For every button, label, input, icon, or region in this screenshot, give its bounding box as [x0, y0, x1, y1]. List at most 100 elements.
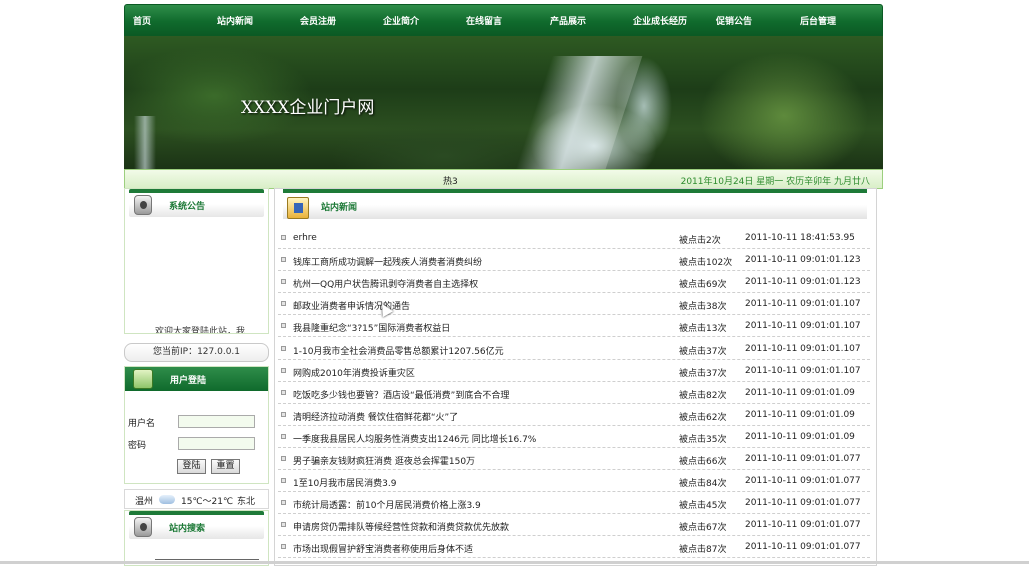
news-row: 我县隆重纪念“3?15”国际消费者权益日 被点击13次 2011-10-11 09:…	[278, 315, 870, 338]
waterfall-graphic-left	[134, 116, 156, 169]
news-date: 2011-10-11 09:01:01.123	[745, 255, 861, 266]
news-click-count: 被点击62次	[679, 412, 727, 423]
main-nav: 首页 站内新闻 会员注册 企业简介 在线留言 产品展示 企业成长经历 促销公告 …	[124, 4, 883, 36]
user-icon	[133, 369, 153, 389]
username-label: 用户名	[128, 419, 156, 429]
news-click-count: 被点击87次	[679, 545, 727, 556]
news-title-link[interactable]: 一季度我县居民人均服务性消费支出1246元 同比增长16.7%	[293, 432, 536, 445]
news-row: 市统计局透露：前10个月居民消费价格上涨3.9 被点击45次 2011-10-11 …	[278, 492, 870, 515]
nav-admin[interactable]: 后台管理	[800, 14, 836, 27]
password-label: 密码	[128, 441, 147, 451]
nav-guestbook[interactable]: 在线留言	[466, 14, 502, 27]
news-title-link[interactable]: 申请房贷仍需排队等候经营性贷款和消费贷款优先放款	[293, 520, 509, 533]
nav-company-intro[interactable]: 企业简介	[383, 14, 419, 27]
bullet-icon	[281, 544, 286, 550]
waterfall-graphic	[515, 56, 643, 169]
news-click-count: 被点击13次	[679, 324, 727, 335]
site-search-title: 站内搜索	[169, 524, 206, 534]
system-notice-header: 系统公告	[129, 189, 264, 217]
news-row: erhre 被点击2次 2011-10-11 18:41:53.95	[278, 227, 870, 249]
news-row: 申请房贷仍需排队等候经营性贷款和消费贷款优先放款 被点击67次 2011-10-11…	[278, 514, 870, 537]
bullet-icon	[281, 433, 286, 439]
news-row: 一季度我县居民人均服务性消费支出1246元 同比增长16.7% 被点击35次 201…	[278, 426, 870, 448]
news-click-count: 被点击102次	[679, 258, 733, 269]
login-panel: 用户登陆 用户名 密码 登陆 重置	[124, 366, 269, 484]
nav-member-register[interactable]: 会员注册	[300, 14, 336, 27]
news-date: 2011-10-11 09:01:01.077	[745, 454, 861, 464]
news-title-link[interactable]: 我县隆重纪念“3?15”国际消费者权益日	[293, 321, 450, 334]
news-date: 2011-10-11 09:01:01.123	[745, 277, 861, 288]
bullet-icon	[281, 478, 286, 484]
news-click-count: 被点击35次	[679, 434, 727, 445]
bullet-icon	[281, 301, 286, 307]
news-row: 清明经济拉动消费 餐饮住宿鲜花都“火”了 被点击62次 2011-10-11 09:…	[278, 404, 870, 426]
news-row: 钱库工商所成功调解一起残疾人消费者消费纠纷 被点击102次 2011-10-11 0…	[278, 249, 870, 272]
site-news-panel: 站内新闻 erhre 被点击2次 2011-10-11 18:41:53.95 钱库工…	[274, 188, 877, 566]
news-title-link[interactable]: 网购成2010年消费投诉重灾区	[293, 366, 415, 379]
news-click-count: 被点击82次	[679, 390, 727, 401]
news-row: 杭州一QQ用户状告腾讯剥夺消费者自主选择权 被点击69次 2011-10-11 09…	[278, 271, 870, 294]
news-date: 2011-10-11 18:41:53.95	[745, 233, 855, 243]
news-click-count: 被点击45次	[679, 501, 727, 512]
news-date: 2011-10-11 09:01:01.107	[745, 299, 861, 310]
news-title-link[interactable]: 钱库工商所成功调解一起残疾人消费者消费纠纷	[293, 255, 482, 268]
date-display: 2011年10月24日 星期一 农历辛卯年 九月廿八	[680, 177, 870, 187]
bullet-icon	[281, 367, 286, 373]
nav-products[interactable]: 产品展示	[550, 14, 586, 27]
news-click-count: 被点击37次	[679, 368, 727, 379]
news-date: 2011-10-11 09:01:01.09	[745, 387, 855, 398]
news-title-link[interactable]: erhre	[293, 233, 317, 243]
news-click-count: 被点击2次	[679, 236, 721, 246]
news-row: 邮政业消费者申诉情况的通告 被点击38次 2011-10-11 09:01:01.1…	[278, 293, 870, 316]
news-date: 2011-10-11 09:01:01.077	[745, 498, 861, 509]
site-search-header: 站内搜索	[129, 511, 264, 539]
header-banner: XXXX企业门户网	[124, 36, 883, 169]
news-row: 市场出现假冒护舒宝消费者称使用后身体不适 被点击87次 2011-10-11 09:…	[278, 536, 870, 559]
login-header: 用户登陆	[125, 367, 268, 391]
nav-growth-history[interactable]: 企业成长经历	[633, 14, 687, 27]
reset-button[interactable]: 重置	[211, 459, 240, 474]
news-date: 2011-10-11 09:01:01.077	[745, 476, 861, 487]
bullet-icon	[281, 389, 286, 395]
news-title-link[interactable]: 清明经济拉动消费 餐饮住宿鲜花都“火”了	[293, 410, 458, 423]
news-click-count: 被点击37次	[679, 346, 727, 357]
news-date: 2011-10-11 09:01:01.077	[745, 542, 861, 553]
news-title-link[interactable]: 1-10月我市全社会消费品零售总额累计1207.56亿元	[293, 344, 504, 357]
ip-display: 您当前IP：127.0.0.1	[124, 343, 269, 362]
weather-wind: 东北	[237, 497, 256, 507]
login-button[interactable]: 登陆	[177, 459, 206, 474]
news-click-count: 被点击66次	[679, 457, 727, 467]
notice-scroll-text: 欢迎大家登陆此站，我	[155, 327, 246, 334]
news-title-link[interactable]: 杭州一QQ用户状告腾讯剥夺消费者自主选择权	[293, 277, 478, 290]
username-input[interactable]	[178, 415, 255, 428]
news-date: 2011-10-11 09:01:01.107	[745, 321, 861, 332]
status-bar: 热3 2011年10月24日 星期一 农历辛卯年 九月廿八	[124, 169, 883, 189]
news-click-count: 被点击67次	[679, 523, 727, 534]
news-title-link[interactable]: 1至10月我市居民消费3.9	[293, 476, 397, 489]
bullet-icon	[281, 279, 286, 285]
news-title-link[interactable]: 市统计局透露：前10个月居民消费价格上涨3.9	[293, 498, 481, 511]
news-date: 2011-10-11 09:01:01.107	[745, 365, 861, 376]
news-row: 男子骗亲友钱财疯狂消费 逛夜总会挥霍150万 被点击66次 2011-10-11 0…	[278, 448, 870, 470]
search-icon	[134, 517, 152, 537]
weather-temperature: 15℃～21℃	[181, 497, 234, 507]
system-notice-title: 系统公告	[169, 202, 206, 212]
news-title-link[interactable]: 男子骗亲友钱财疯狂消费 逛夜总会挥霍150万	[293, 454, 475, 467]
nav-home[interactable]: 首页	[133, 14, 151, 27]
password-input[interactable]	[178, 437, 255, 450]
nav-site-news[interactable]: 站内新闻	[217, 14, 253, 27]
nav-promotions[interactable]: 促销公告	[716, 14, 752, 27]
notice-icon	[134, 195, 152, 215]
news-date: 2011-10-11 09:01:01.107	[745, 343, 861, 354]
news-row: 1-10月我市全社会消费品零售总额累计1207.56亿元 被点击37次 2011-1…	[278, 338, 870, 360]
bullet-icon	[281, 257, 286, 263]
news-title-link[interactable]: 吃饭吃多少钱也要管？酒店设“最低消费”到底合不合理	[293, 388, 509, 401]
news-icon	[287, 197, 309, 219]
news-click-count: 被点击84次	[679, 479, 727, 490]
news-row: 网购成2010年消费投诉重灾区 被点击37次 2011-10-11 09:01:01…	[278, 360, 870, 382]
news-title-link[interactable]: 市场出现假冒护舒宝消费者称使用后身体不适	[293, 542, 473, 555]
system-notice-panel: 系统公告 欢迎大家登陆此站，我	[124, 188, 269, 334]
news-click-count: 被点击69次	[679, 280, 727, 291]
bullet-icon	[281, 411, 286, 417]
site-news-title: 站内新闻	[321, 203, 358, 213]
